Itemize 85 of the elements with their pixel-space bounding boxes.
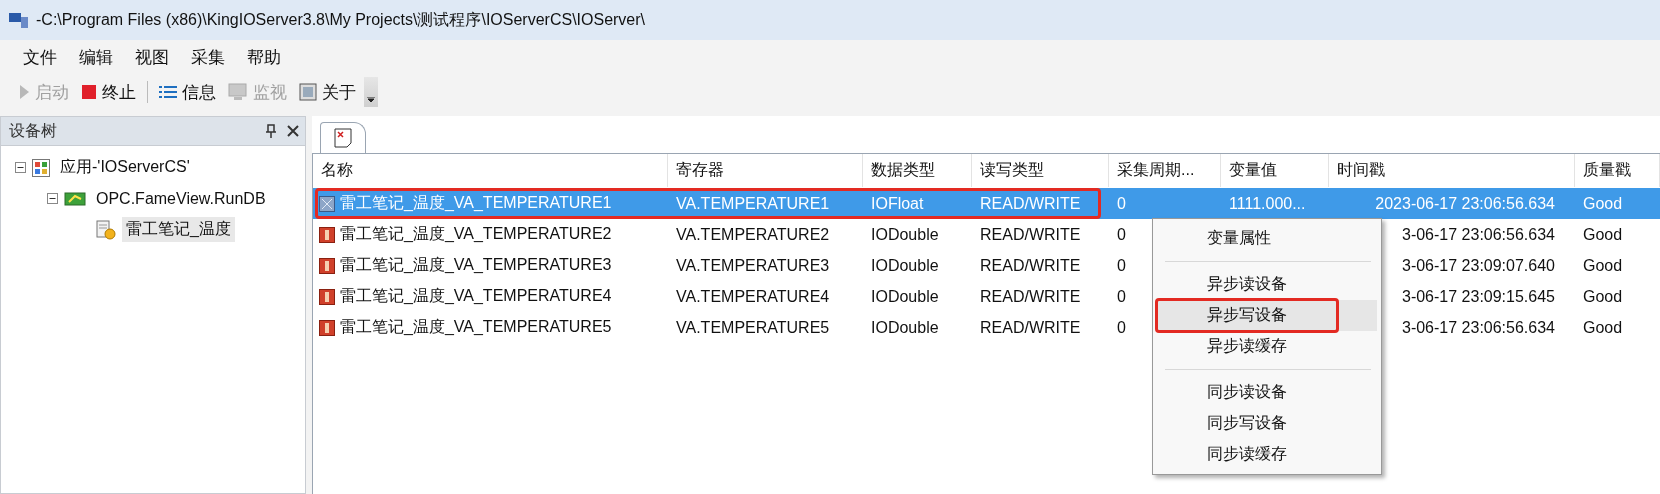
play-icon — [18, 84, 30, 100]
menu-item[interactable]: 文件 — [14, 43, 66, 71]
table-cell: 1111.000... — [1229, 194, 1306, 213]
document-icon — [333, 128, 353, 148]
variable-icon — [319, 226, 335, 243]
table-cell: IODouble — [871, 256, 939, 275]
table-cell: Good — [1583, 256, 1623, 275]
column-header[interactable]: 名称 — [313, 154, 668, 187]
table-cell: READ/WRITE — [980, 225, 1081, 244]
collapse-icon[interactable] — [15, 162, 26, 173]
table-cell: 0 — [1117, 287, 1126, 306]
window-title: -C:\Program Files (x86)\KingIOServer3.8\My Projects\测试程序\IOServerCS\IOServer\ — [36, 9, 646, 30]
table-cell: 0 — [1117, 256, 1126, 275]
pin-icon[interactable] — [265, 124, 277, 138]
list-icon — [159, 84, 177, 100]
monitor-icon — [228, 83, 248, 101]
variable-icon — [319, 257, 335, 274]
table-cell: VA.TEMPERATURE3 — [676, 256, 830, 275]
table-cell: VA.TEMPERATURE2 — [676, 225, 830, 244]
document-tab[interactable] — [320, 122, 366, 153]
variable-icon — [319, 195, 335, 212]
tree-item[interactable]: 雷工笔记_温度 — [122, 217, 235, 242]
table-cell: IODouble — [871, 225, 939, 244]
menu-item[interactable]: 异步读缓存 — [1157, 331, 1377, 362]
table-cell: VA.TEMPERATURE4 — [676, 287, 830, 306]
connection-icon — [64, 190, 86, 207]
menu-item[interactable]: 帮助 — [238, 43, 290, 71]
table-cell: Good — [1583, 225, 1623, 244]
table-cell: IODouble — [871, 318, 939, 337]
table-cell: 3-06-17 23:06:56.634 — [1402, 318, 1555, 337]
table-cell: VA.TEMPERATURE5 — [676, 318, 830, 337]
table-cell: 2023-06-17 23:06:56.634 — [1375, 194, 1555, 213]
panel-title: 设备树 — [9, 120, 57, 141]
column-header[interactable]: 数据类型 — [863, 154, 972, 187]
menu-item[interactable]: 变量属性 — [1157, 223, 1377, 254]
menu-item[interactable]: 异步读设备 — [1157, 269, 1377, 300]
table-cell[interactable]: 雷工笔记_温度_VA_TEMPERATURE5 — [340, 317, 612, 338]
menu-item[interactable]: 同步读缓存 — [1157, 439, 1377, 470]
column-header[interactable]: 读写类型 — [972, 154, 1109, 187]
table-cell: READ/WRITE — [980, 194, 1081, 213]
stop-icon — [81, 84, 97, 100]
tree-item[interactable]: OPC.FameView.RunDB — [92, 187, 270, 210]
table-cell[interactable]: 雷工笔记_温度_VA_TEMPERATURE4 — [340, 286, 612, 307]
menu-item[interactable]: 同步读设备 — [1157, 377, 1377, 408]
table-cell: 0 — [1117, 225, 1126, 244]
table-cell: Good — [1583, 287, 1623, 306]
table-cell[interactable]: 雷工笔记_温度_VA_TEMPERATURE2 — [340, 224, 612, 245]
column-header[interactable]: 采集周期... — [1109, 154, 1221, 187]
toolbar-button[interactable]: 信息 — [155, 78, 220, 106]
picture-frame-icon — [299, 83, 317, 101]
app-grid-icon — [32, 158, 50, 177]
table-cell: 3-06-17 23:09:15.645 — [1402, 287, 1555, 306]
collapse-icon[interactable] — [47, 193, 58, 204]
column-header[interactable]: 变量值 — [1221, 154, 1329, 187]
tree-item[interactable]: 应用-'IOServerCS' — [56, 155, 194, 180]
table-cell: IODouble — [871, 287, 939, 306]
table-cell: 3-06-17 23:06:56.634 — [1402, 225, 1555, 244]
table-cell: READ/WRITE — [980, 256, 1081, 275]
toolbar-button[interactable]: 终止 — [77, 78, 140, 106]
menu-item[interactable]: 视图 — [126, 43, 178, 71]
table-cell: VA.TEMPERATURE1 — [676, 194, 830, 213]
column-header[interactable]: 寄存器 — [668, 154, 863, 187]
table-cell: Good — [1583, 194, 1623, 213]
table-cell: Good — [1583, 318, 1623, 337]
menu-item[interactable]: 编辑 — [70, 43, 122, 71]
column-header[interactable]: 时间戳 — [1329, 154, 1575, 187]
menu-item[interactable]: 采集 — [182, 43, 234, 71]
close-icon[interactable] — [287, 125, 299, 137]
toolbar-overflow-button[interactable] — [364, 77, 378, 107]
toolbar-button[interactable]: 关于 — [295, 78, 360, 106]
table-cell: 3-06-17 23:09:07.640 — [1402, 256, 1555, 275]
table-cell[interactable]: 雷工笔记_温度_VA_TEMPERATURE3 — [340, 255, 612, 276]
menu-item[interactable]: 同步写设备 — [1157, 408, 1377, 439]
table-cell: IOFloat — [871, 194, 924, 213]
variable-icon — [319, 319, 335, 336]
caret-icon — [367, 97, 375, 103]
table-cell: 0 — [1117, 194, 1126, 213]
app-icon — [8, 11, 30, 29]
table-cell: READ/WRITE — [980, 287, 1081, 306]
table-cell: 0 — [1117, 318, 1126, 337]
menu-item[interactable]: 异步写设备 — [1157, 300, 1377, 331]
variable-icon — [319, 288, 335, 305]
column-header[interactable]: 质量戳 — [1575, 154, 1660, 187]
device-icon — [96, 219, 116, 240]
table-cell: READ/WRITE — [980, 318, 1081, 337]
